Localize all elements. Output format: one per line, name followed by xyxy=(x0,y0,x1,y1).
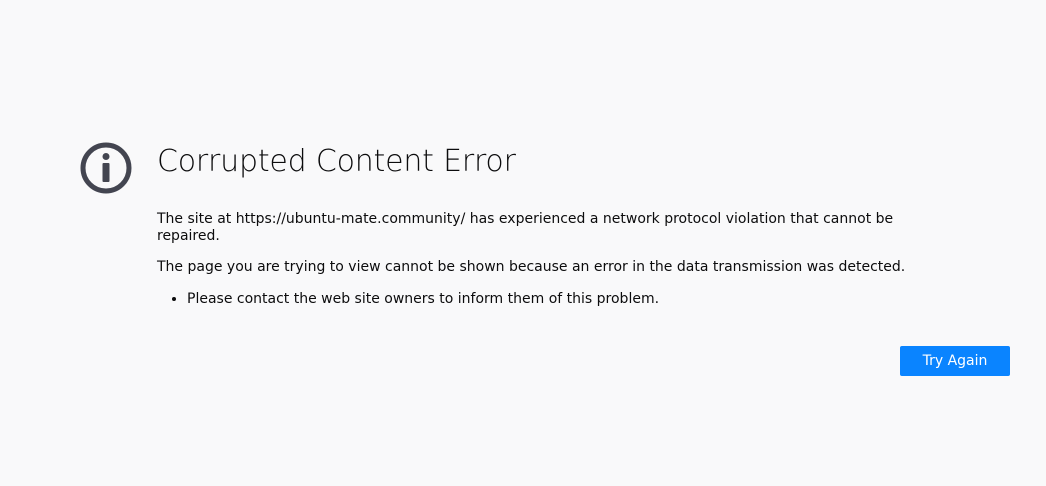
error-content: Corrupted Content Error The site at http… xyxy=(157,140,1010,376)
suggestion-item: Please contact the web site owners to in… xyxy=(187,291,937,308)
info-icon xyxy=(80,142,132,194)
suggestion-list: Please contact the web site owners to in… xyxy=(157,291,937,308)
page-title: Corrupted Content Error xyxy=(157,144,516,179)
error-description: The site at https://ubuntu-mate.communit… xyxy=(157,211,894,244)
error-details: The page you are trying to view cannot b… xyxy=(157,259,906,275)
try-again-button[interactable]: Try Again xyxy=(900,346,1010,376)
